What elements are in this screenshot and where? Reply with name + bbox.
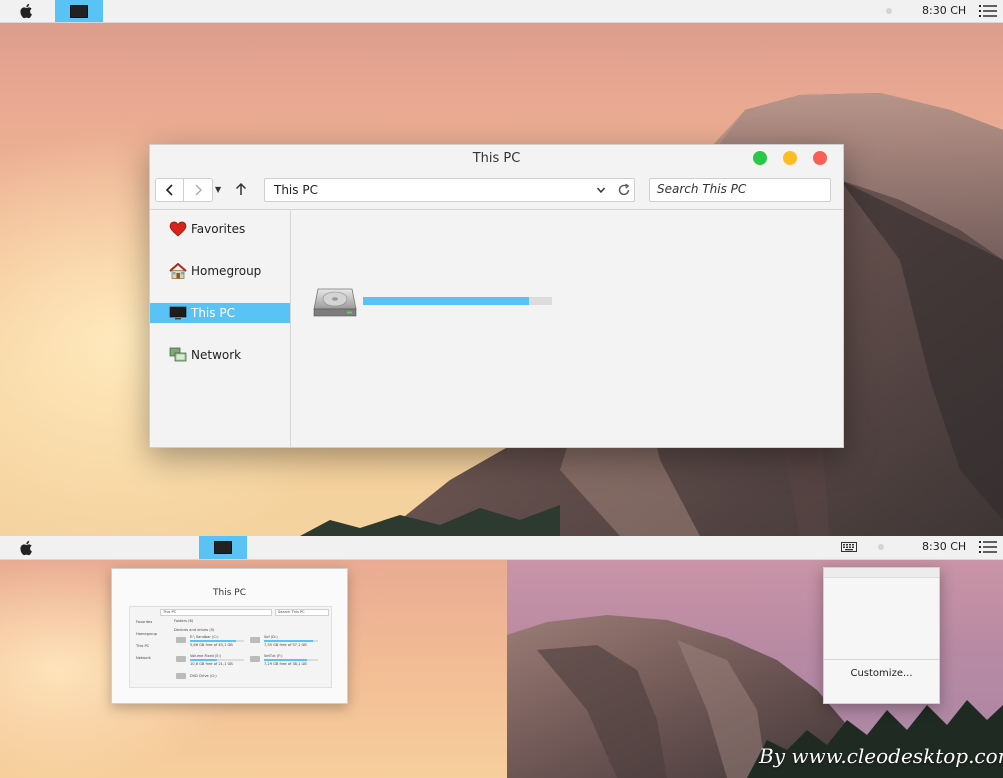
mini-sidebar-item: Favorites [136,620,153,624]
window-title: This PC [472,151,521,166]
sidebar-item-this-pc[interactable]: This PC [150,303,290,323]
mini-drive-free: 5,66 GB free of 40,1 GB [190,643,233,647]
window-thumbnail-preview[interactable]: This PC This PC Search This PC Favorites… [111,568,348,704]
chevron-left-icon [165,184,173,196]
navigation-pane: Favorites Homegroup This PC Network [150,210,291,447]
bottom-menubar: 8:30 CH [0,536,1003,560]
mini-address-text: This PC [163,609,177,614]
back-button[interactable] [156,179,183,201]
watermark-text: By www.cleodesktop.com [759,744,1003,768]
sidebar-item-label: This PC [191,306,235,320]
mini-drive-name: Volume Fixed (E:) [190,654,222,658]
maximize-button[interactable] [753,151,767,165]
mini-drive-name: Sof (D:) [264,635,278,639]
sidebar-item-label: Homegroup [191,264,262,278]
menubar-clock[interactable]: 8:30 CH [922,540,966,553]
sidebar-item-network[interactable]: Network [150,345,290,365]
mini-folders-label: Folders (6) [174,619,194,623]
sidebar-item-homegroup[interactable]: Homegroup [150,261,290,281]
mini-drive-name: E:\ Sandbar (C:) [190,635,219,639]
mini-drive-free: 7,35 GB free of 97,1 GB [264,643,307,647]
homegroup-icon [169,263,187,279]
heart-icon [169,221,187,237]
close-button[interactable] [813,151,827,165]
status-dot-icon [886,8,892,14]
mini-sidebar-item: Homegroup [136,632,158,636]
monitor-icon [70,4,88,18]
refresh-icon[interactable] [617,183,631,197]
mini-drive-icon [250,656,260,662]
mini-address-bar [160,609,272,616]
mini-drive-name: SetTxt (F:) [264,654,283,658]
popup-divider [824,659,939,660]
mini-drive-bar [190,659,244,661]
mini-drive-icon [176,656,186,662]
drive-usage-bar [363,297,552,305]
notification-list-icon[interactable] [979,4,997,18]
thumbnail-title: This PC [213,588,246,598]
mini-drive-bar [264,640,318,642]
minimize-button[interactable] [783,151,797,165]
menubar-clock[interactable]: 8:30 CH [922,4,966,17]
customize-menu-item[interactable]: Customize... [824,668,939,679]
monitor-icon [214,541,232,554]
search-box[interactable] [649,178,831,202]
sidebar-item-favorites[interactable]: Favorites [150,219,290,239]
mini-sidebar-item: This PC [136,644,150,648]
notification-list-icon[interactable] [979,540,997,554]
hard-drive-icon[interactable] [312,285,358,319]
mini-drive-icon [176,637,186,643]
mini-dvd-label: DVD Drive (G:) [190,674,217,678]
sidebar-item-label: Favorites [191,222,246,236]
recent-locations-dropdown[interactable]: ▼ [215,185,221,194]
tray-popup-menu: Customize... [823,567,940,704]
apple-icon[interactable] [18,3,36,19]
monitor-icon [169,306,187,320]
thumbnail-content: This PC Search This PC Favorites Homegro… [129,606,332,688]
popup-header [824,568,939,578]
address-text: This PC [274,183,318,197]
mini-sidebar-item: Network [136,656,152,660]
search-input[interactable] [650,179,825,199]
mini-dvd-icon [176,673,186,679]
keyboard-icon[interactable] [841,542,857,552]
sidebar-item-label: Network [191,348,242,362]
drive-usage-fill [363,297,530,305]
status-dot-icon [878,544,884,550]
mini-devices-label: Devices and drives (5) [174,628,215,632]
address-bar[interactable]: This PC [264,178,635,202]
taskbar-explorer-button[interactable] [55,0,103,22]
top-menubar: 8:30 CH [0,0,1003,23]
nav-buttons [155,178,213,202]
up-arrow-icon[interactable] [234,181,248,197]
apple-icon[interactable] [18,540,36,556]
chevron-right-icon [195,184,202,196]
explorer-window: This PC ▼ This PC Favorites [149,144,844,448]
mini-drive-icon [250,637,260,643]
chevron-down-icon[interactable] [596,185,606,195]
mini-drive-bar [264,659,318,661]
taskbar-explorer-button[interactable] [199,536,247,559]
mini-drive-bar [190,640,244,642]
mini-search-text: Search This PC [278,609,305,614]
forward-button[interactable] [183,179,211,201]
mini-drive-free: 10,6 GB free of 21,1 GB [190,662,233,666]
mini-drive-free: 7,29 GB free of 38,1 GB [264,662,307,666]
network-icon [169,347,187,362]
